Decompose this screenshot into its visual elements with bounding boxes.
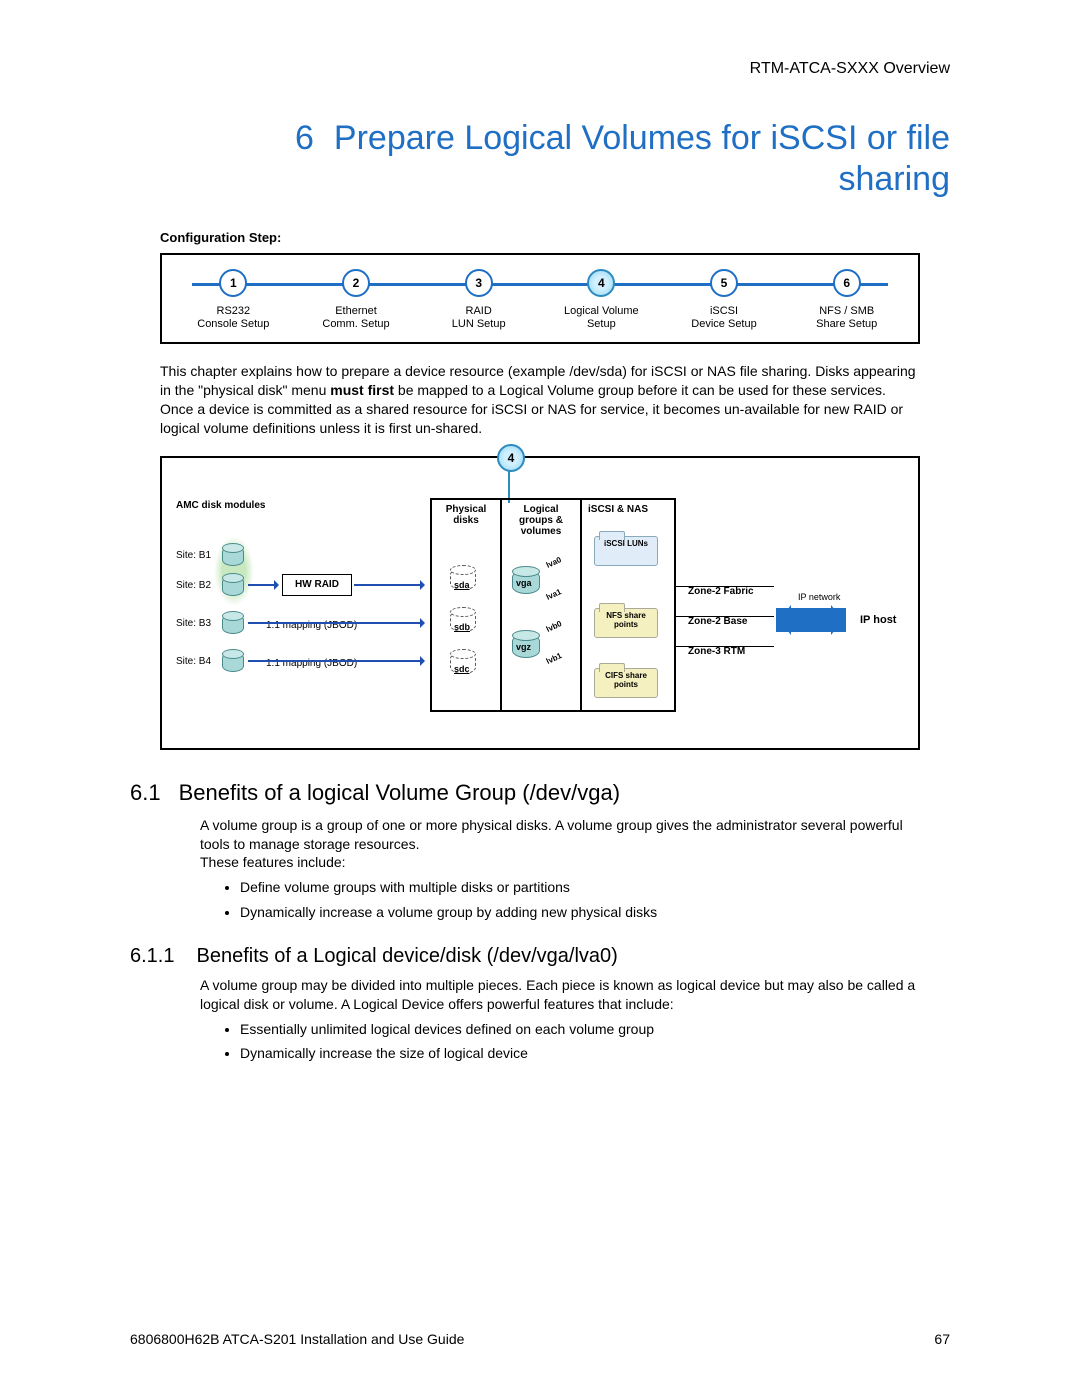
step-5: 5 iSCSIDevice Setup bbox=[663, 269, 786, 333]
site-b3: Site: B3 bbox=[176, 618, 211, 629]
step-1: 1 RS232Console Setup bbox=[172, 269, 295, 333]
intro-paragraph: This chapter explains how to prepare a d… bbox=[160, 362, 920, 438]
nfs-folder: NFS share points bbox=[594, 608, 658, 638]
config-step-label: Configuration Step: bbox=[160, 230, 950, 245]
ip-host-label: IP host bbox=[860, 614, 896, 626]
footer-left: 6806800H62B ATCA-S201 Installation and U… bbox=[130, 1331, 464, 1347]
chapter-title: 6 Prepare Logical Volumes for iSCSI or fi… bbox=[190, 118, 950, 200]
ip-arrow-icon bbox=[776, 608, 846, 632]
step-3: 3 RAIDLUN Setup bbox=[417, 269, 540, 333]
physical-disks-box: Physical disks bbox=[430, 498, 502, 712]
step-circle: 2 bbox=[342, 269, 370, 297]
chapter-title-text: Prepare Logical Volumes for iSCSI or fil… bbox=[334, 119, 950, 198]
step-label: RAIDLUN Setup bbox=[417, 305, 540, 333]
step-circle: 5 bbox=[710, 269, 738, 297]
site-b1: Site: B1 bbox=[176, 550, 211, 561]
logical-groups-box: Logical groups & volumes bbox=[500, 498, 582, 712]
arrow-icon bbox=[248, 660, 424, 662]
step-2: 2 EthernetComm. Setup bbox=[295, 269, 418, 333]
diagram-step-callout: 4 bbox=[497, 444, 525, 472]
section-6-1-1-heading: 6.1.1Benefits of a Logical device/disk (… bbox=[130, 945, 950, 968]
arrow-icon bbox=[354, 584, 424, 586]
arrow-icon bbox=[248, 622, 424, 624]
section-6-1-body: A volume group is a group of one or more… bbox=[200, 816, 920, 873]
step-circle: 1 bbox=[219, 269, 247, 297]
step-label: iSCSIDevice Setup bbox=[663, 305, 786, 333]
amc-title: AMC disk modules bbox=[176, 500, 265, 511]
step-progress-box: 1RS232Console Setup2EthernetComm. Setup3… bbox=[160, 253, 920, 345]
page-header: RTM-ATCA-SXXX Overview bbox=[130, 60, 950, 78]
section-6-1-heading: 6.1Benefits of a logical Volume Group (/… bbox=[130, 780, 950, 806]
site-b4: Site: B4 bbox=[176, 656, 211, 667]
step-label: EthernetComm. Setup bbox=[295, 305, 418, 333]
zone-label: Zone-2 Fabric bbox=[688, 586, 754, 597]
chapter-number: 6 bbox=[295, 119, 314, 157]
step-circle: 6 bbox=[833, 269, 861, 297]
step-4: 4 Logical VolumeSetup bbox=[540, 269, 663, 333]
architecture-diagram: 4 AMC disk modules Site: B1 Site: B2 Sit… bbox=[160, 456, 920, 750]
section-6-1-bullets: Define volume groups with multiple disks… bbox=[240, 876, 950, 923]
step-label: RS232Console Setup bbox=[172, 305, 295, 333]
cifs-folder: CIFS share points bbox=[594, 668, 658, 698]
hw-raid-box: HW RAID bbox=[282, 574, 352, 596]
disk-icon bbox=[222, 614, 244, 634]
page-number: 67 bbox=[934, 1331, 950, 1347]
step-label: NFS / SMBShare Setup bbox=[785, 305, 908, 333]
step-circle: 3 bbox=[465, 269, 493, 297]
step-circle: 4 bbox=[587, 269, 615, 297]
zone-label: Zone-2 Base bbox=[688, 616, 747, 627]
page-footer: 6806800H62B ATCA-S201 Installation and U… bbox=[130, 1331, 950, 1347]
step-6: 6 NFS / SMBShare Setup bbox=[785, 269, 908, 333]
disk-icon bbox=[222, 576, 244, 596]
step-label: Logical VolumeSetup bbox=[540, 305, 663, 333]
section-6-1-1-body: A volume group may be divided into multi… bbox=[200, 976, 920, 1014]
ip-network-label: IP network bbox=[798, 592, 840, 602]
iscsi-luns-folder: iSCSI LUNs bbox=[594, 536, 658, 566]
arrow-icon bbox=[248, 584, 278, 586]
disk-icon bbox=[222, 546, 244, 566]
zone-label: Zone-3 RTM bbox=[688, 646, 745, 657]
site-b2: Site: B2 bbox=[176, 580, 211, 591]
section-6-1-1-bullets: Essentially unlimited logical devices de… bbox=[240, 1018, 950, 1065]
disk-icon bbox=[222, 652, 244, 672]
